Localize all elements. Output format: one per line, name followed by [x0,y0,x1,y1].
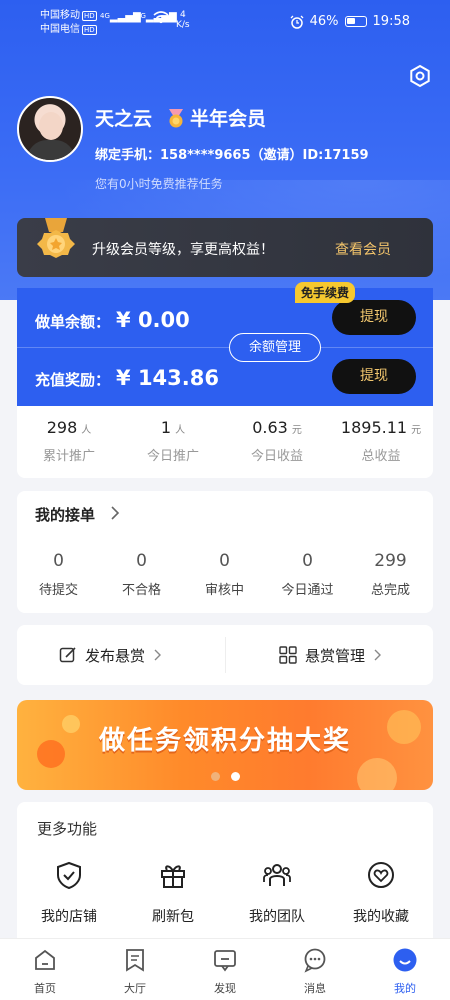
profile-icon [393,948,417,972]
signal-icon-1: 4G▂▃▅▇ [100,12,141,23]
carrier-info: 中国移动 HD 中国电信 HD [40,9,97,37]
membership-medal-icon [169,108,183,127]
reward-manage-button[interactable]: 悬赏管理 [279,625,383,685]
chevron-right-icon[interactable] [109,505,121,521]
my-favorites-button[interactable]: 我的收藏 [329,860,433,926]
nav-messages[interactable]: 消息 [270,947,360,996]
divider [225,637,226,673]
grid-icon [279,646,297,664]
withdraw-button-1[interactable]: 提现 [332,300,416,335]
edit-icon [59,647,76,663]
balance-card: 做单余额： ¥ 0.00 提现 免手续费 余额管理 充值奖励： ¥ 143.86 提… [17,282,433,406]
message-icon [304,948,326,973]
free-task-notice: 您有0小时免费推荐任务 [95,177,223,191]
vip-medal-icon [37,218,75,258]
balance-manage-button[interactable]: 余额管理 [229,333,321,362]
banner-text: 做任务领积分抽大奖 [98,726,351,756]
hd-badge-1: HD [82,11,97,21]
publish-reward-label: 发布悬赏 [85,646,146,665]
username: 天之云 [95,108,153,130]
more-functions-title: 更多功能 [37,820,98,838]
bookmark-icon [126,949,144,972]
network-speed: 4 K/s [176,10,190,30]
order-pending-submit[interactable]: 0 待提交 [17,551,100,598]
stats-card: 298 人 累计推广 1人 今日推广 0.63 元 今日收益 1895.11 元 总收… [17,406,433,478]
team-icon [263,864,291,886]
refresh-pack-button[interactable]: 刷新包 [121,860,225,926]
order-balance-value: ¥ 0.00 [116,308,190,332]
nav-hall[interactable]: 大厅 [90,947,180,996]
carousel-dot-1[interactable] [211,772,220,781]
hd-badge-2: HD [82,25,97,35]
chevron-right-icon [154,649,162,661]
shop-shield-icon [57,861,81,890]
membership-label: 半年会员 [190,108,267,130]
membership-badge: 半年会员 [165,104,266,131]
promo-banner[interactable]: 做任务领积分抽大奖 [17,700,433,790]
order-balance-row: 做单余额： ¥ 0.00 [35,308,190,332]
chevron-right-icon [374,649,382,661]
my-orders-title[interactable]: 我的接单 [35,504,95,525]
free-fee-tag: 免手续费 [294,282,355,303]
withdraw-button-2[interactable]: 提现 [332,359,416,394]
stat-today-income: 0.63 元 今日收益 [250,418,303,464]
stat-today-promo: 1人 今日推广 [146,418,199,464]
reward-actions-card: 发布悬赏 悬赏管理 [17,625,433,685]
recharge-reward-value: ¥ 143.86 [116,366,219,390]
carrier-2: 中国电信 [40,24,80,35]
gift-icon [161,865,185,888]
vip-upgrade-bar[interactable]: 升级会员等级，享更高权益！ 查看会员 [17,218,433,277]
publish-reward-button[interactable]: 发布悬赏 [59,625,163,685]
more-functions-card: 更多功能 我的店铺 刷新包 我的团队 我的收藏 [17,802,433,942]
my-team-button[interactable]: 我的团队 [225,860,329,926]
phone-and-id: 绑定手机：158****9665（邀请）ID:17159 [95,148,369,163]
nav-home[interactable]: 首页 [0,947,90,996]
wifi-icon [153,10,169,28]
my-shop-button[interactable]: 我的店铺 [17,860,121,926]
stat-total-income: 1895.11 元 总收益 [340,418,422,464]
nav-discover[interactable]: 发现 [180,947,270,996]
recharge-reward-label: 充值奖励： [35,371,111,389]
order-passed-today[interactable]: 0 今日通过 [266,551,349,598]
balance-divider [17,347,433,348]
order-reviewing[interactable]: 0 审核中 [183,551,266,598]
status-bar: 中国移动 HD 中国电信 HD 4G▂▃▅▇ 4G▂▃▅▇ 4 K/s 46% 19… [0,0,450,44]
home-icon [35,949,55,970]
order-unqualified[interactable]: 0 不合格 [100,551,183,598]
order-balance-label: 做单余额： [35,313,111,331]
my-orders-card: 我的接单 0 待提交 0 不合格 0 审核中 0 今日通过 299 总完成 [17,491,433,613]
recharge-reward-row: 充值奖励： ¥ 143.86 [35,366,219,390]
avatar[interactable] [17,96,83,162]
reward-manage-label: 悬赏管理 [305,646,366,665]
status-right: 46% 19:58 [290,14,410,29]
battery-percent: 46% [309,14,339,29]
heart-icon [368,862,394,888]
bottom-navigation: 首页 大厅 发现 消息 我的 [0,938,450,1000]
settings-icon[interactable] [408,64,432,88]
view-membership-link[interactable]: 查看会员 [335,239,391,259]
discover-icon [214,950,236,972]
carousel-dot-2-active[interactable] [231,772,240,781]
carrier-1: 中国移动 [40,10,80,21]
battery-icon [344,16,367,27]
vip-upgrade-text: 升级会员等级，享更高权益！ [92,242,274,258]
order-total-completed[interactable]: 299 总完成 [349,551,432,598]
nav-profile[interactable]: 我的 [360,947,450,996]
clock: 19:58 [372,14,410,29]
stat-total-promo: 298 人 累计推广 [42,418,95,464]
alarm-icon [290,15,304,29]
